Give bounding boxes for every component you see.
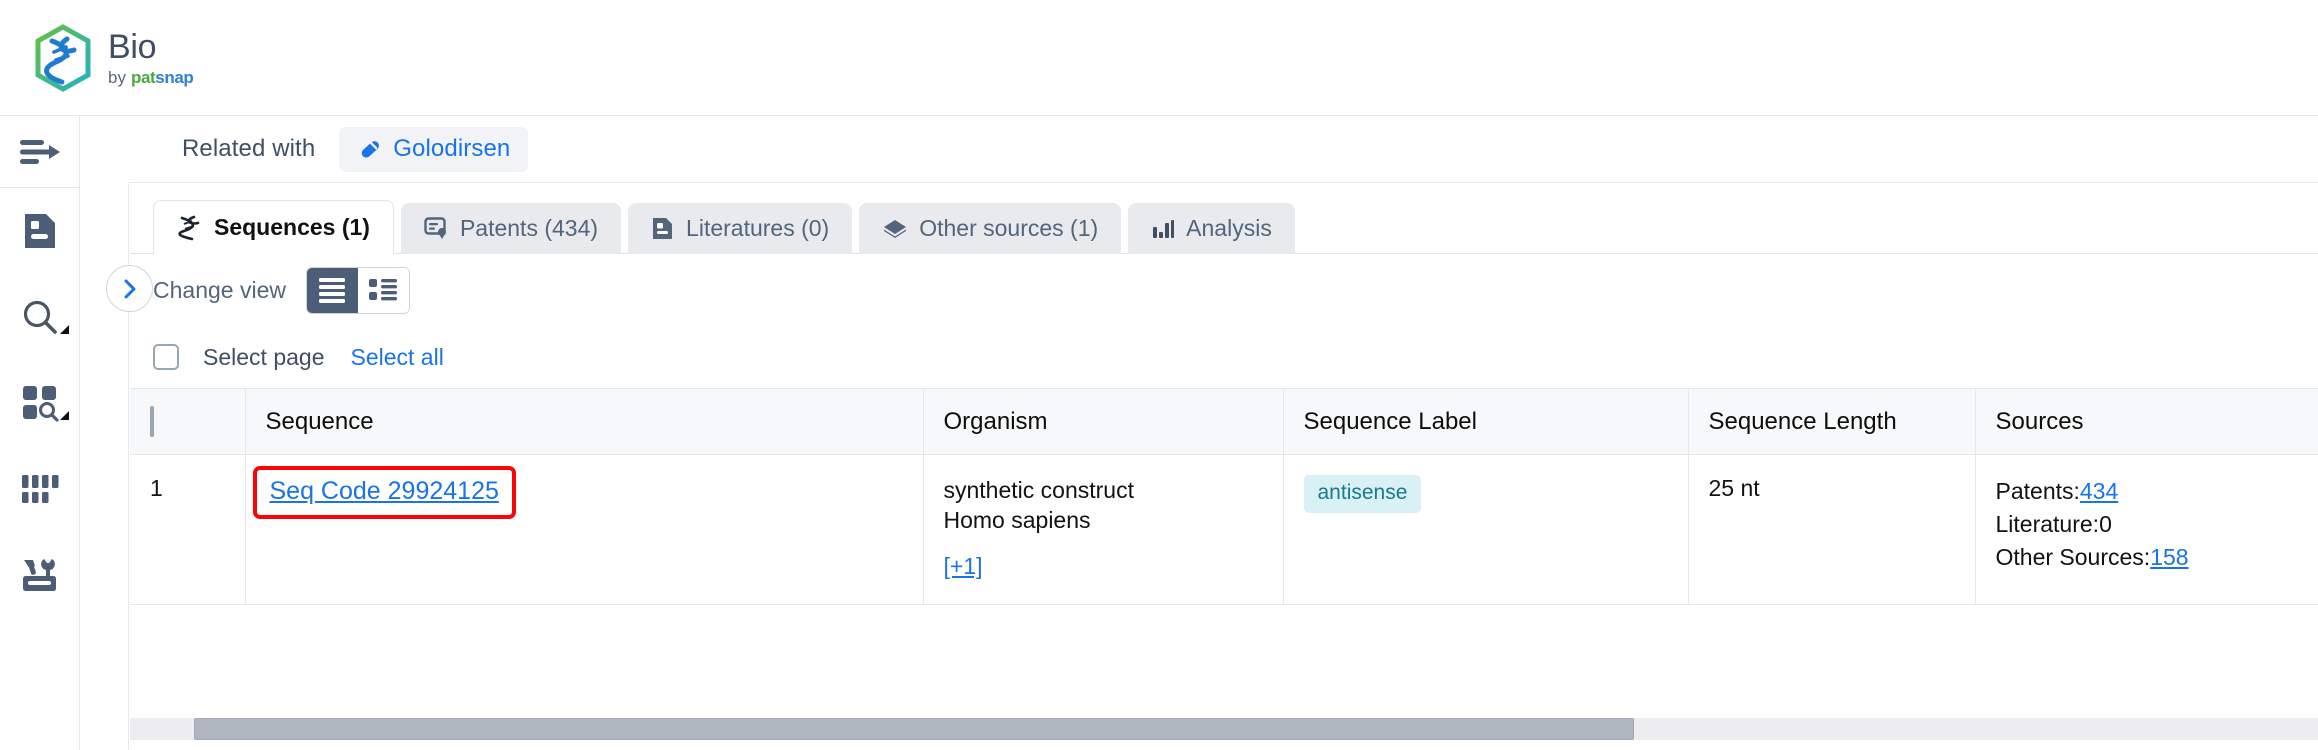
source-literature-label: Literature: <box>1995 510 2100 537</box>
header-sequence[interactable]: Sequence <box>245 388 924 455</box>
header-sequence-label[interactable]: Sequence Label <box>1283 388 1689 455</box>
select-all-link[interactable]: Select all <box>350 344 443 371</box>
brand-logo[interactable]: Bio by patsnap <box>32 23 194 92</box>
organism-more-link[interactable]: [+1] <box>944 553 1283 580</box>
related-bar: Related with Golodirsen <box>129 116 2318 183</box>
source-other-count[interactable]: 158 <box>2150 544 2188 570</box>
table-body: 1 Seq Code 29924125 synthetic construct … <box>130 454 2318 605</box>
tab-patents-label: Patents (434) <box>459 215 599 241</box>
selection-row: Select page Select all <box>153 326 2318 388</box>
bio-hexagon-dna-icon <box>35 23 91 92</box>
tab-sequences[interactable]: Sequences (1) <box>153 200 394 255</box>
result-tabs: Sequences (1) Patents (434) Literatures … <box>130 199 2318 255</box>
header-sources[interactable]: Sources <box>1975 388 2318 455</box>
select-all-rows-checkbox[interactable] <box>150 405 154 437</box>
bar-chart-icon <box>1153 219 1175 238</box>
sidebar-item-search[interactable] <box>0 274 79 360</box>
header-organism[interactable]: Organism <box>923 388 1284 455</box>
sidebar-item-structure-search[interactable] <box>0 360 79 446</box>
view-mode-toggle[interactable] <box>305 266 410 314</box>
list-view-icon <box>319 278 346 303</box>
row-index: 1 <box>130 454 246 605</box>
related-entity-chip[interactable]: Golodirsen <box>339 126 529 172</box>
tab-literatures[interactable]: Literatures (0) <box>628 203 853 254</box>
source-literature: Literature:0 <box>1996 508 2318 541</box>
box-icon <box>884 219 907 238</box>
table-row: 1 Seq Code 29924125 synthetic construct … <box>130 454 2318 605</box>
expand-sidebar-button[interactable] <box>106 265 153 312</box>
sidebar-item-tools[interactable] <box>0 532 79 618</box>
sidebar-item-batch[interactable] <box>0 446 79 532</box>
sequence-highlight-box: Seq Code 29924125 <box>252 466 516 519</box>
tools-icon <box>22 559 56 591</box>
tab-analysis-label: Analysis <box>1186 215 1272 241</box>
source-other: Other Sources:158 <box>1996 541 2318 574</box>
detail-view-icon <box>369 279 398 301</box>
header-sequence-length[interactable]: Sequence Length <box>1688 388 1976 455</box>
sequence-code-link[interactable]: Seq Code 29924125 <box>270 477 499 505</box>
sequence-label-badge: antisense <box>1303 475 1422 513</box>
brand-pat: pat <box>130 67 156 87</box>
sequences-table: Sequence Organism Sequence Label Sequenc… <box>130 388 2318 605</box>
dna-icon <box>178 215 200 240</box>
header-select <box>130 388 246 455</box>
tab-sequences-label: Sequences (1) <box>214 214 370 240</box>
related-entity-label: Golodirsen <box>393 135 511 162</box>
literature-icon <box>653 218 673 239</box>
row-sequence-label-cell: antisense <box>1283 454 1689 605</box>
tab-other-sources-label: Other sources (1) <box>919 215 1099 241</box>
brand-snap: snap <box>155 67 194 87</box>
document-icon <box>24 214 55 248</box>
columns-icon <box>21 475 58 503</box>
view-mode-list-button[interactable] <box>306 267 358 313</box>
change-view-row: Change view <box>153 254 2318 326</box>
chevron-expand-icon <box>60 411 69 420</box>
grid-search-icon <box>22 386 59 422</box>
select-page-label: Select page <box>203 343 325 370</box>
related-label: Related with <box>182 135 316 162</box>
tab-other-sources[interactable]: Other sources (1) <box>859 203 1122 254</box>
change-view-label: Change view <box>153 276 286 303</box>
main-content: Related with Golodirsen Sequences (1) Pa… <box>80 116 2318 750</box>
expand-panel-icon <box>19 139 60 164</box>
brand-title: Bio <box>108 27 157 66</box>
source-patents: Patents:434 <box>1996 475 2318 508</box>
table-header-row: Sequence Organism Sequence Label Sequenc… <box>130 388 2318 455</box>
source-other-label: Other Sources: <box>1995 543 2151 570</box>
source-patents-label: Patents: <box>1995 478 2080 504</box>
brand-by: by <box>108 67 131 87</box>
left-nav-rail <box>0 116 80 750</box>
row-sequence-cell: Seq Code 29924125 <box>245 454 924 605</box>
source-patents-count[interactable]: 434 <box>2080 478 2118 504</box>
patent-icon <box>424 217 446 239</box>
row-sources-cell: Patents:434 Literature:0 Other Sources:1… <box>1975 454 2318 605</box>
brand-subtitle: by patsnap <box>108 67 194 87</box>
horizontal-scrollbar[interactable] <box>130 718 2318 740</box>
organism-name: Homo sapiens <box>943 507 1091 534</box>
capsule-icon <box>362 141 380 158</box>
row-organism-cell: synthetic construct Homo sapiens [+1] <box>923 454 1284 605</box>
organism-name: synthetic construct <box>943 477 1134 503</box>
results-panel: Sequences (1) Patents (434) Literatures … <box>130 184 2318 750</box>
rail-expand-button[interactable] <box>0 116 79 188</box>
chevron-right-icon <box>124 279 135 298</box>
select-page-checkbox[interactable] <box>153 344 179 370</box>
tab-patents[interactable]: Patents (434) <box>400 203 622 254</box>
sidebar-item-documents[interactable] <box>0 188 79 274</box>
tab-analysis[interactable]: Analysis <box>1128 203 1295 254</box>
search-icon <box>23 300 57 334</box>
source-literature-count: 0 <box>2099 510 2112 537</box>
tab-literatures-label: Literatures (0) <box>686 215 830 241</box>
horizontal-scrollbar-thumb[interactable] <box>194 718 1634 740</box>
chevron-expand-icon <box>60 325 69 334</box>
app-header: Bio by patsnap <box>0 0 2318 116</box>
view-mode-detail-button[interactable] <box>357 267 409 313</box>
table-header: Sequence Organism Sequence Label Sequenc… <box>130 388 2318 455</box>
row-sequence-length: 25 nt <box>1688 454 1976 605</box>
